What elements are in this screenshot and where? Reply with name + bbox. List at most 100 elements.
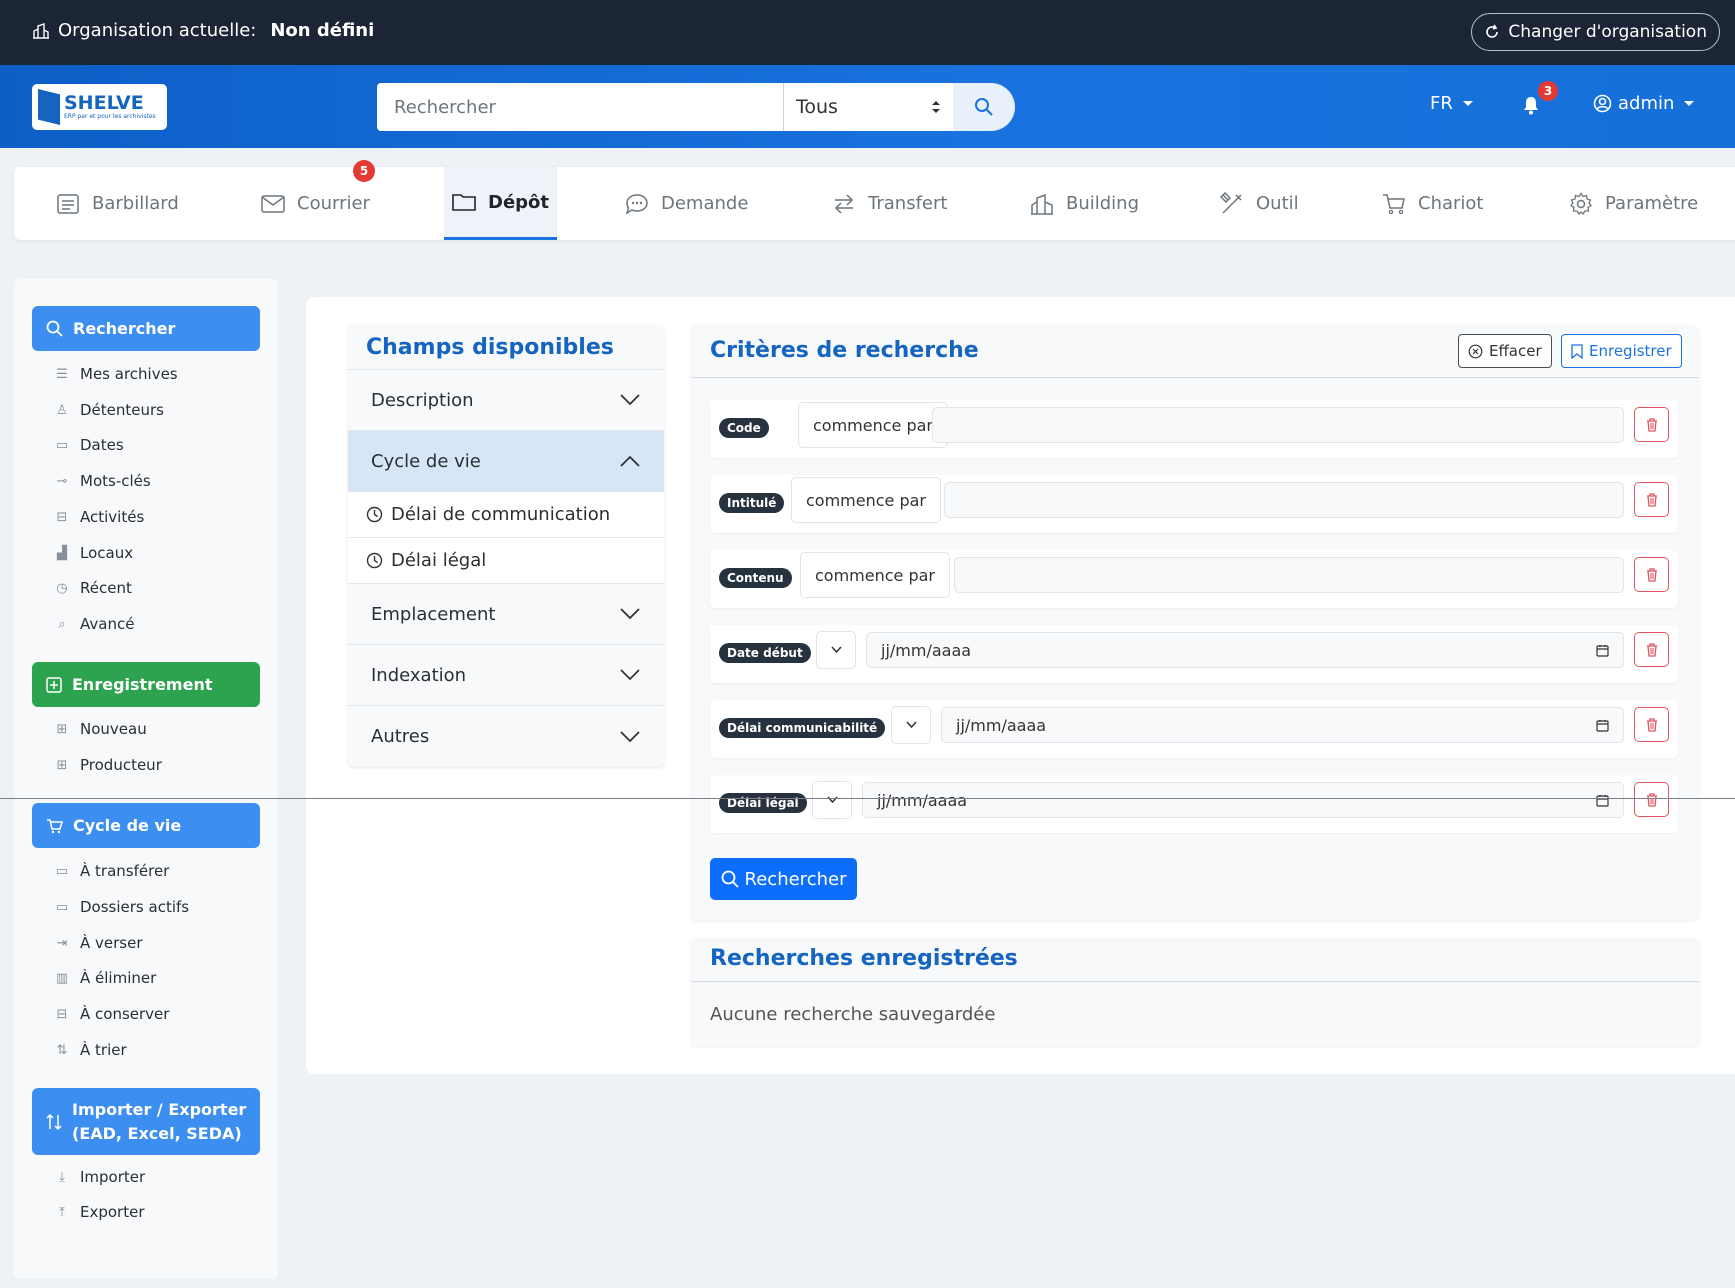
sidebar-item-dates[interactable]: ▭ Dates xyxy=(54,436,124,454)
date-placeholder: jj/mm/aaaa xyxy=(956,715,1047,735)
sidebar-item-a-transferer[interactable]: ▭ À transférer xyxy=(54,862,170,880)
tab-courrier[interactable]: Courrier 5 xyxy=(261,160,375,240)
main-header: SHELVE ERP par et pour les archivistes R… xyxy=(0,65,1735,148)
field-delai-communication[interactable]: Délai de communication xyxy=(348,491,664,537)
search-input[interactable]: Rechercher xyxy=(377,83,783,131)
criterion-value-input[interactable] xyxy=(954,557,1624,593)
sidebar-head-import-export[interactable]: Importer / Exporter (EAD, Excel, SEDA) xyxy=(32,1088,260,1155)
plus-square-icon: ⊞ xyxy=(56,757,68,773)
saved-searches-empty: Aucune recherche sauvegardée xyxy=(710,1004,996,1025)
folder-icon: ▭ xyxy=(55,863,69,879)
criterion-row-delai-communicabilite: Délai communicabilité jj/mm/aaaa xyxy=(710,700,1678,758)
language-dropdown[interactable]: FR xyxy=(1430,93,1473,114)
date-operator-select[interactable] xyxy=(812,781,852,819)
criterion-label: Délai légal xyxy=(719,793,807,813)
sidebar-item-nouveau[interactable]: ⊞ Nouveau xyxy=(54,720,147,738)
sidebar-head-label: Cycle de vie xyxy=(73,816,182,835)
sidebar-item-a-conserver[interactable]: ⊟ À conserver xyxy=(54,1005,170,1023)
date-input[interactable]: jj/mm/aaaa xyxy=(941,707,1624,743)
search-scope-select[interactable]: Tous xyxy=(783,83,953,131)
sidebar-item-avance[interactable]: ⌕ Avancé xyxy=(54,615,134,633)
search-submit-button[interactable] xyxy=(953,83,1015,131)
user-menu[interactable]: admin xyxy=(1593,93,1695,114)
date-input[interactable]: jj/mm/aaaa xyxy=(866,632,1624,668)
tab-depot[interactable]: Dépôt xyxy=(444,167,558,240)
date-operator-select[interactable] xyxy=(816,631,856,669)
sidebar-item-a-verser[interactable]: ⇥ À verser xyxy=(54,934,143,952)
operator-select[interactable]: commence par xyxy=(791,477,942,523)
tab-building[interactable]: Building xyxy=(1030,167,1139,240)
tab-demande[interactable]: Demande xyxy=(625,167,748,240)
save-search-button[interactable]: Enregistrer xyxy=(1561,334,1682,368)
organisation-bar: Organisation actuelle: Non défini Change… xyxy=(0,0,1735,65)
sidebar-item-producteur[interactable]: ⊞ Producteur xyxy=(54,756,162,774)
notifications-button[interactable]: 3 xyxy=(1522,81,1558,115)
field-delai-legal[interactable]: Délai légal xyxy=(348,537,664,583)
sidebar-head-cycle-de-vie[interactable]: Cycle de vie xyxy=(32,803,260,848)
sidebar-item-mes-archives[interactable]: ☰ Mes archives xyxy=(54,365,177,383)
horizontal-rule-artifact xyxy=(0,798,1735,799)
logo[interactable]: SHELVE ERP par et pour les archivistes xyxy=(32,84,167,130)
trash-icon xyxy=(1646,642,1657,657)
divider xyxy=(691,981,1699,982)
tab-label: Demande xyxy=(661,193,749,214)
plus-square-icon xyxy=(46,676,62,693)
sidebar-item-label: Nouveau xyxy=(80,720,147,738)
sidebar-item-activites[interactable]: ⊟ Activités xyxy=(54,508,145,526)
sidebar-item-exporter[interactable]: ⤒ Exporter xyxy=(54,1203,144,1221)
tab-transfert[interactable]: Transfert xyxy=(832,167,947,240)
criterion-label: Date début xyxy=(719,643,811,663)
chevron-up-icon xyxy=(620,455,640,467)
sidebar-head-enregistrement[interactable]: Enregistrement xyxy=(32,662,260,707)
field-group-emplacement[interactable]: Emplacement xyxy=(348,583,664,644)
change-organisation-button[interactable]: Changer d'organisation xyxy=(1471,13,1720,51)
sidebar-head-search[interactable]: Rechercher xyxy=(32,306,260,351)
date-operator-select[interactable] xyxy=(891,706,931,744)
field-group-indexation[interactable]: Indexation xyxy=(348,644,664,705)
chevron-down-icon xyxy=(620,608,640,620)
sidebar-item-a-trier[interactable]: ⇅ À trier xyxy=(54,1041,127,1059)
delete-criterion-button[interactable] xyxy=(1634,707,1669,742)
sidebar-item-mots-cles[interactable]: ⊸ Mots-clés xyxy=(54,472,151,490)
delete-criterion-button[interactable] xyxy=(1634,782,1669,817)
sidebar-item-importer[interactable]: ⤓ Importer xyxy=(54,1168,145,1186)
clear-button[interactable]: Effacer xyxy=(1458,334,1552,368)
plus-square-icon: ⊞ xyxy=(56,721,68,737)
run-search-button[interactable]: Rechercher xyxy=(710,858,857,900)
criterion-value-input[interactable] xyxy=(944,482,1624,518)
delete-criterion-button[interactable] xyxy=(1634,632,1669,667)
sidebar-head-sublabel: (EAD, Excel, SEDA) xyxy=(72,1123,242,1143)
mail-icon xyxy=(261,194,285,213)
delete-criterion-button[interactable] xyxy=(1634,482,1669,517)
tab-label: Dépôt xyxy=(488,191,550,213)
tab-parametre[interactable]: Paramètre xyxy=(1569,167,1698,240)
field-group-description[interactable]: Description xyxy=(348,369,664,430)
sidebar-item-label: Avancé xyxy=(80,615,135,633)
sidebar-head-label: Importer / Exporter xyxy=(72,1099,247,1119)
sidebar-item-dossiers-actifs[interactable]: ▭ Dossiers actifs xyxy=(54,898,189,916)
tab-label: Barbillard xyxy=(92,193,179,214)
courrier-count-badge: 5 xyxy=(353,160,375,182)
operator-select[interactable]: commence par xyxy=(798,402,949,448)
search-criteria-panel: Critères de recherche Effacer Enregistre… xyxy=(691,325,1699,920)
notification-count-badge: 3 xyxy=(1538,81,1558,101)
logo-title: SHELVE xyxy=(64,92,144,114)
sidebar-item-locaux[interactable]: ▟ Locaux xyxy=(54,544,133,562)
date-input[interactable]: jj/mm/aaaa xyxy=(862,782,1624,818)
delete-criterion-button[interactable] xyxy=(1634,407,1669,442)
tab-chariot[interactable]: Chariot xyxy=(1382,167,1483,240)
tab-outil[interactable]: Outil xyxy=(1220,167,1299,240)
sidebar-item-recent[interactable]: ◷ Récent xyxy=(54,579,132,597)
field-group-cycle-de-vie[interactable]: Cycle de vie xyxy=(348,430,664,491)
operator-value: commence par xyxy=(806,490,927,510)
sidebar-item-a-eliminer[interactable]: ▥ À éliminer xyxy=(54,969,156,987)
delete-criterion-button[interactable] xyxy=(1634,557,1669,592)
sidebar-item-detenteurs[interactable]: ♙ Détenteurs xyxy=(54,401,164,419)
trash-icon xyxy=(1646,492,1657,507)
field-group-autres[interactable]: Autres xyxy=(348,705,664,767)
operator-select[interactable]: commence par xyxy=(800,552,951,598)
sidebar-item-label: Producteur xyxy=(80,756,162,774)
tab-barbillard[interactable]: Barbillard xyxy=(56,167,179,240)
logo-mark xyxy=(38,89,60,125)
criterion-value-input[interactable] xyxy=(932,407,1624,443)
